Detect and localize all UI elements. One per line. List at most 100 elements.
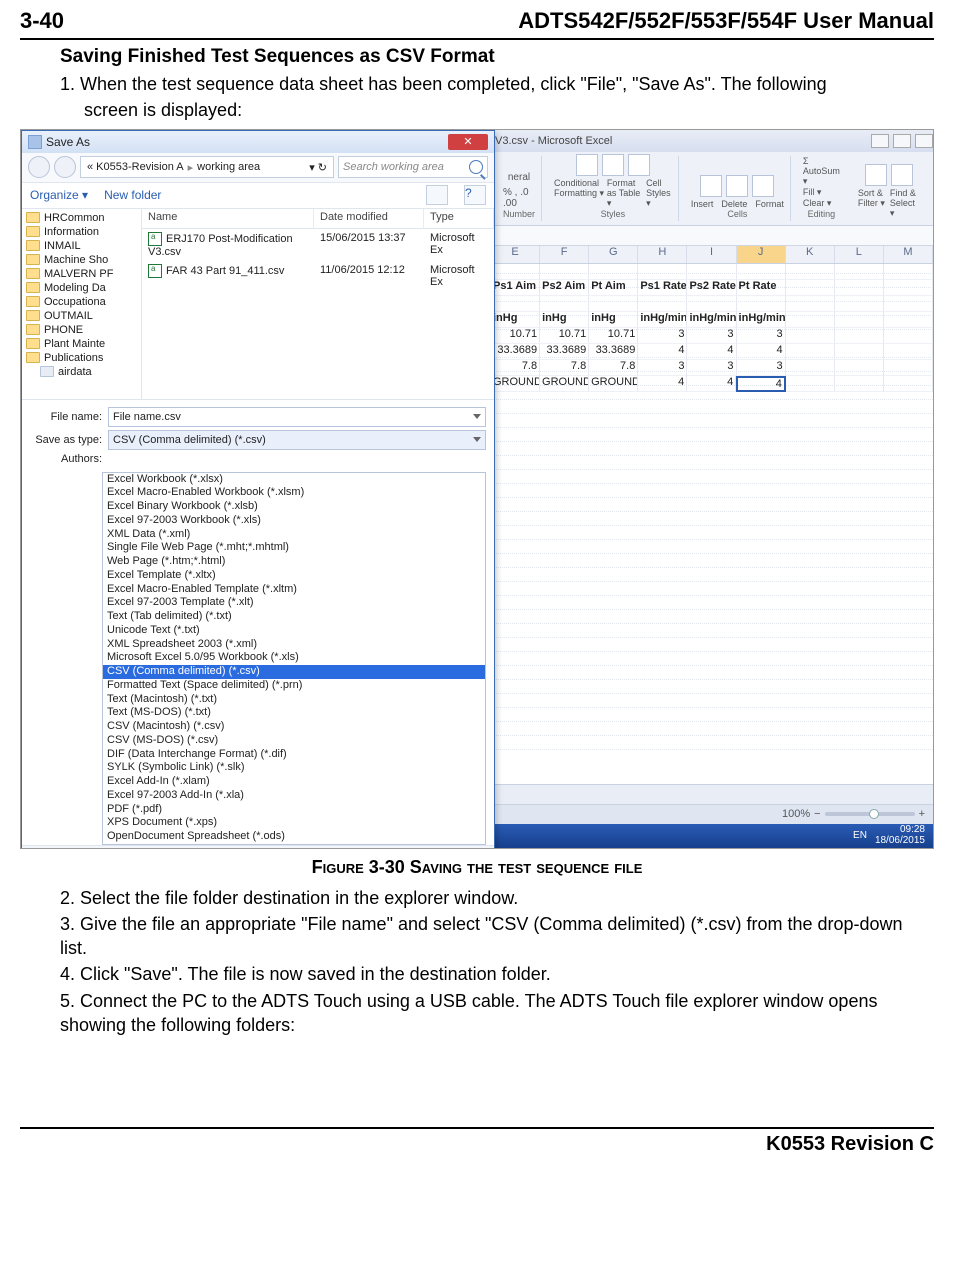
cell[interactable]: [589, 264, 638, 280]
cell[interactable]: [737, 296, 786, 312]
filetype-option[interactable]: CSV (MS-DOS) (*.csv): [103, 734, 485, 748]
find-select-button[interactable]: Find & Select ▾: [890, 188, 921, 219]
conditional-formatting[interactable]: Conditional Formatting ▾: [554, 178, 605, 209]
minimize-button[interactable]: [871, 134, 889, 148]
col-header[interactable]: J: [737, 246, 786, 263]
cell[interactable]: [835, 296, 884, 312]
filetype-option[interactable]: Excel 97-2003 Add-In (*.xla): [103, 789, 485, 803]
insert-icon[interactable]: [700, 175, 722, 197]
filename-input[interactable]: File name.csv: [108, 407, 486, 427]
number-format-combo[interactable]: neral: [508, 172, 530, 183]
file-row[interactable]: FAR 43 Part 91_411.csv11/06/2015 12:12Mi…: [142, 261, 494, 291]
cell[interactable]: GROUND: [491, 376, 540, 392]
organize-button[interactable]: Organize ▾: [30, 188, 88, 202]
cell[interactable]: [540, 264, 589, 280]
cell[interactable]: 3: [638, 328, 687, 344]
cell[interactable]: inHg/min: [687, 312, 736, 328]
filetype-option[interactable]: Formatted Text (Space delimited) (*.prn): [103, 679, 485, 693]
tree-folder[interactable]: HRCommon: [22, 211, 141, 225]
tree-folder[interactable]: Plant Mainte: [22, 337, 141, 351]
cell[interactable]: [884, 328, 933, 344]
cell[interactable]: 3: [737, 360, 786, 376]
savetype-combo[interactable]: CSV (Comma delimited) (*.csv): [108, 430, 486, 450]
filetype-option[interactable]: Excel 97-2003 Workbook (*.xls): [103, 514, 485, 528]
cell[interactable]: [687, 296, 736, 312]
filetype-option[interactable]: Microsoft Excel 5.0/95 Workbook (*.xls): [103, 651, 485, 665]
cell[interactable]: inHg/min: [638, 312, 687, 328]
col-header[interactable]: E: [491, 246, 540, 263]
filetype-option[interactable]: OpenDocument Spreadsheet (*.ods): [103, 830, 485, 844]
savetype-dropdown[interactable]: Excel Workbook (*.xlsx)Excel Macro-Enabl…: [102, 472, 486, 845]
cell[interactable]: [835, 360, 884, 376]
cell[interactable]: 3: [687, 328, 736, 344]
cell[interactable]: GROUND: [540, 376, 589, 392]
cell[interactable]: [638, 264, 687, 280]
cell[interactable]: 3: [638, 360, 687, 376]
cell[interactable]: Ps2 Aim: [540, 280, 589, 296]
cell[interactable]: Pt Aim: [589, 280, 638, 296]
cell[interactable]: Ps1 Rate: [638, 280, 687, 296]
cell-styles[interactable]: Cell Styles ▾: [646, 178, 672, 209]
cell[interactable]: GROUND: [589, 376, 638, 392]
cell[interactable]: [884, 344, 933, 360]
cell[interactable]: [786, 296, 835, 312]
help-button[interactable]: ?: [464, 185, 486, 205]
tree-folder[interactable]: Machine Sho: [22, 253, 141, 267]
format-icon[interactable]: [752, 175, 774, 197]
format-as-table[interactable]: Format as Table ▾: [607, 178, 644, 209]
cell[interactable]: [786, 344, 835, 360]
cell[interactable]: 7.8: [589, 360, 638, 376]
cell[interactable]: Ps2 Rate: [687, 280, 736, 296]
filetype-option[interactable]: DIF (Data Interchange Format) (*.dif): [103, 748, 485, 762]
cell-styles-icon[interactable]: [628, 154, 650, 176]
cell[interactable]: [786, 280, 835, 296]
tree-folder[interactable]: PHONE: [22, 323, 141, 337]
search-input[interactable]: Search working area: [338, 156, 488, 178]
filetype-option[interactable]: Text (Tab delimited) (*.txt): [103, 610, 485, 624]
cell[interactable]: Pt Rate: [737, 280, 786, 296]
cell[interactable]: [884, 264, 933, 280]
filetype-option[interactable]: CSV (Comma delimited) (*.csv): [103, 665, 485, 679]
filetype-option[interactable]: XML Spreadsheet 2003 (*.xml): [103, 638, 485, 652]
cell[interactable]: [884, 280, 933, 296]
cell[interactable]: [737, 264, 786, 280]
col-header[interactable]: L: [835, 246, 884, 263]
cell[interactable]: 33.3689: [540, 344, 589, 360]
filetype-option[interactable]: Web Page (*.htm;*.html): [103, 555, 485, 569]
filetype-option[interactable]: Text (MS-DOS) (*.txt): [103, 706, 485, 720]
cell[interactable]: [786, 264, 835, 280]
cell[interactable]: 4: [638, 376, 687, 392]
filetype-option[interactable]: Unicode Text (*.txt): [103, 624, 485, 638]
cell[interactable]: [835, 376, 884, 392]
cell[interactable]: [884, 376, 933, 392]
formula-bar[interactable]: [491, 226, 933, 246]
cell[interactable]: [786, 360, 835, 376]
autosum-button[interactable]: Σ AutoSum ▾: [803, 156, 840, 187]
cell[interactable]: [491, 264, 540, 280]
dialog-close-button[interactable]: ✕: [448, 134, 488, 150]
new-folder-button[interactable]: New folder: [104, 188, 161, 202]
cell[interactable]: [835, 328, 884, 344]
filetype-option[interactable]: Excel Binary Workbook (*.xlsb): [103, 500, 485, 514]
col-header[interactable]: K: [786, 246, 835, 263]
col-header[interactable]: F: [540, 246, 589, 263]
clear-button[interactable]: Clear ▾: [803, 198, 840, 209]
cell[interactable]: 33.3689: [491, 344, 540, 360]
cell[interactable]: 4: [687, 344, 736, 360]
cell[interactable]: [540, 296, 589, 312]
filetype-option[interactable]: XML Data (*.xml): [103, 528, 485, 542]
view-button[interactable]: [426, 185, 448, 205]
cell[interactable]: 10.71: [589, 328, 638, 344]
cell[interactable]: [835, 264, 884, 280]
col-header[interactable]: H: [638, 246, 687, 263]
sort-filter-icon[interactable]: [865, 164, 887, 186]
zoom-in[interactable]: +: [919, 808, 925, 820]
cell[interactable]: 7.8: [540, 360, 589, 376]
cell[interactable]: 3: [737, 328, 786, 344]
cell[interactable]: 3: [687, 360, 736, 376]
cell[interactable]: inHg: [589, 312, 638, 328]
cell[interactable]: [786, 328, 835, 344]
filetype-option[interactable]: XPS Document (*.xps): [103, 816, 485, 830]
filetype-option[interactable]: Excel Template (*.xltx): [103, 569, 485, 583]
zoom-out[interactable]: −: [814, 808, 820, 820]
